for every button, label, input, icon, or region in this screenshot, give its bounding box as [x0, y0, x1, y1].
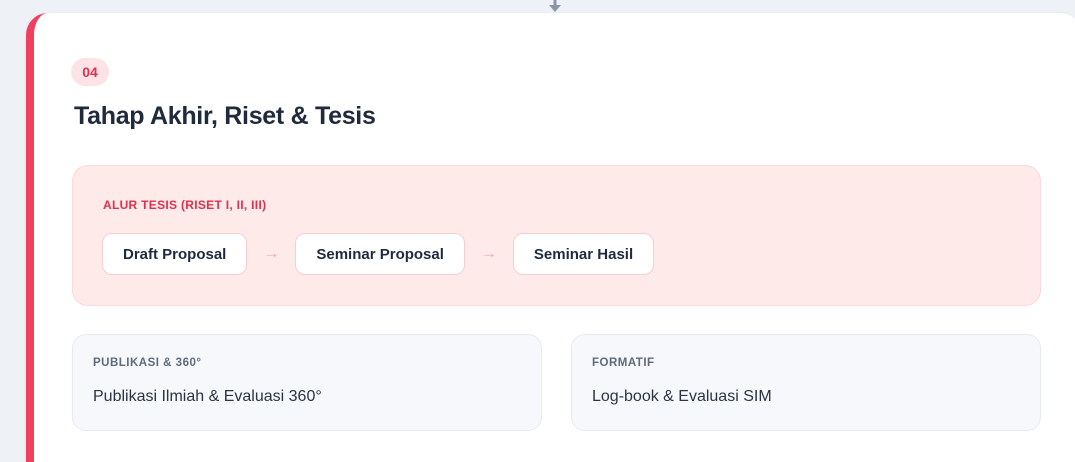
step-card: 04 Tahap Akhir, Riset & Tesis ALUR TESIS…: [26, 13, 1075, 462]
flow-step-draft-proposal: Draft Proposal: [102, 233, 248, 275]
step-number-badge: 04: [71, 58, 109, 86]
info-box-publication: PUBLIKASI & 360° Publikasi Ilmiah & Eval…: [72, 334, 542, 431]
page: 04 Tahap Akhir, Riset & Tesis ALUR TESIS…: [0, 0, 1075, 462]
arrow-right-icon: →: [480, 245, 497, 262]
info-box-value: Log-book & Evaluasi SIM: [592, 388, 772, 405]
thesis-flow-steps: Draft Proposal → Seminar Proposal → Semi…: [102, 233, 655, 275]
arrow-down-icon: [549, 0, 561, 12]
step-title: Tahap Akhir, Riset & Tesis: [74, 102, 376, 130]
flow-step-seminar-hasil: Seminar Hasil: [512, 233, 655, 275]
info-box-label: PUBLIKASI & 360°: [93, 357, 202, 369]
flow-step-seminar-proposal: Seminar Proposal: [295, 233, 465, 275]
info-box-value: Publikasi Ilmiah & Evaluasi 360°: [93, 388, 322, 405]
info-box-formative: FORMATIF Log-book & Evaluasi SIM: [571, 334, 1041, 431]
info-box-label: FORMATIF: [592, 357, 655, 369]
thesis-flow-label: ALUR TESIS (RISET I, II, III): [103, 198, 267, 212]
arrow-right-icon: →: [263, 245, 280, 262]
thesis-flow-panel: ALUR TESIS (RISET I, II, III) Draft Prop…: [72, 165, 1041, 306]
